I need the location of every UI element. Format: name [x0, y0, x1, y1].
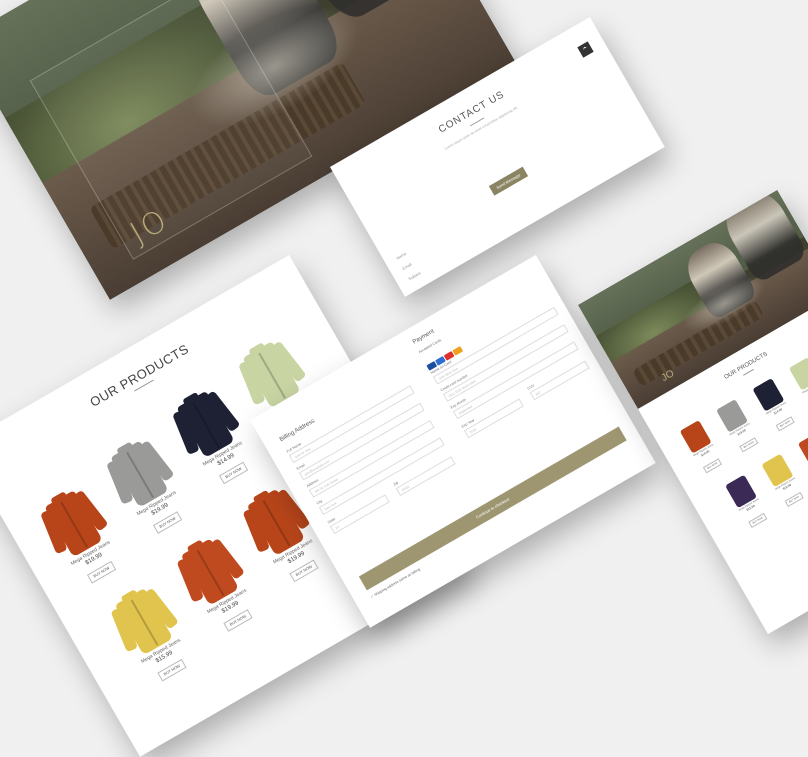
buy-now-button[interactable]: BUY NOW — [223, 609, 253, 632]
buy-now-button[interactable]: BUY NOW — [86, 560, 117, 584]
continue-to-checkout-button[interactable]: Continue to checkout — [358, 426, 627, 591]
name-field[interactable]: Name — [395, 251, 407, 261]
buy-now-button[interactable]: BUY NOW — [775, 416, 795, 432]
buy-now-button[interactable]: BUY NOW — [218, 461, 249, 485]
send-message-button[interactable]: Send Message — [488, 166, 528, 196]
product-image[interactable] — [788, 357, 808, 391]
buy-now-button[interactable]: BUY NOW — [152, 511, 183, 534]
buy-now-button[interactable]: BUY NOW — [784, 492, 804, 507]
product-grid: Mega Ripped Jeans $19.99 BUY NOW Mega Rippe… — [0, 255, 319, 682]
buy-now-button[interactable]: BUY NOW — [703, 458, 722, 474]
buy-now-button[interactable]: BUY NOW — [739, 437, 759, 453]
billing-title: Billing Address — [278, 418, 316, 444]
email-field[interactable]: Email — [401, 262, 412, 271]
product-image[interactable] — [797, 432, 808, 467]
buy-now-button[interactable]: BUY NOW — [748, 513, 768, 528]
discover-icon — [452, 346, 464, 356]
subject-field[interactable]: Subject — [407, 270, 421, 281]
buy-now-button[interactable]: BUY NOW — [289, 559, 319, 583]
